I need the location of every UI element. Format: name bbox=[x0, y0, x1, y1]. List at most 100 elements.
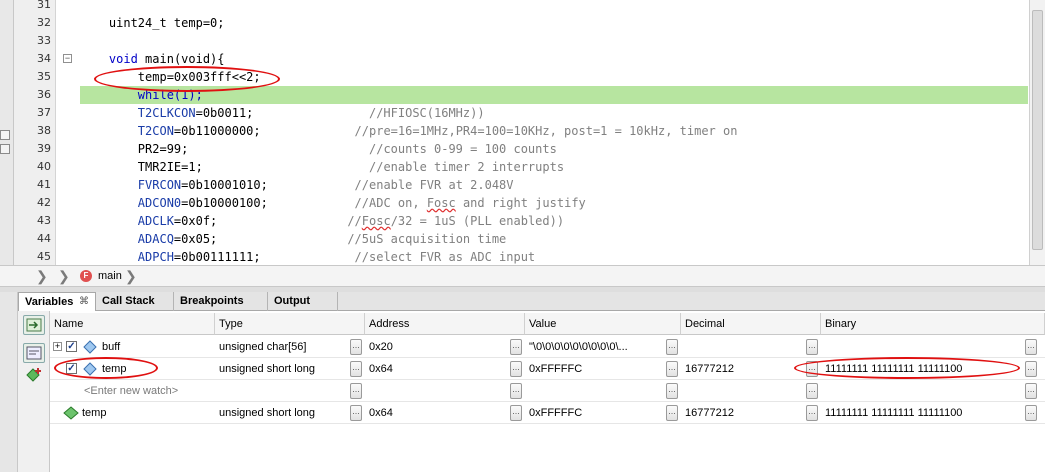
code-token: //select FVR as ADC input bbox=[260, 250, 536, 264]
code-editor[interactable]: 31 32 33 34 35 36 37 38 39 40 41 42 43 44 45 − uint24_… bbox=[0, 0, 1045, 265]
code-line[interactable]: ADCLK=0x0f; //Fosc/32 = 1uS (PLL enabled… bbox=[80, 212, 1028, 230]
edit-address-button[interactable]: … bbox=[510, 361, 522, 377]
line-number: 42 bbox=[37, 196, 51, 209]
column-header-decimal[interactable]: Decimal bbox=[681, 313, 821, 335]
variable-binary bbox=[821, 336, 1021, 358]
chevron-right-icon[interactable]: ❯ bbox=[125, 268, 137, 285]
watch-button[interactable] bbox=[23, 315, 45, 335]
scrollbar-thumb[interactable] bbox=[1032, 10, 1043, 250]
tab-output[interactable]: Output bbox=[268, 292, 338, 311]
edit-decimal-button[interactable]: … bbox=[806, 405, 818, 421]
table-row[interactable]: + ✓ buff unsigned char[56] … 0x20 … "\0\… bbox=[50, 336, 1045, 358]
code-line[interactable]: PR2=99; //counts 0-99 = 100 counts bbox=[80, 140, 1028, 158]
code-token: FVRCON bbox=[80, 178, 182, 192]
panel-collapse-handle[interactable] bbox=[0, 130, 10, 140]
code-line[interactable]: ADACQ=0x05; //5uS acquisition time bbox=[80, 230, 1028, 248]
chevron-right-icon[interactable]: ❯ bbox=[58, 268, 70, 285]
code-line[interactable]: ADPCH=0b00111111; //select FVR as ADC in… bbox=[80, 248, 1028, 265]
code-token: //ADC on, bbox=[267, 196, 427, 210]
edit-address-button[interactable]: … bbox=[510, 339, 522, 355]
code-token: TMR2IE=1; bbox=[80, 160, 203, 174]
tab-breakpoints[interactable]: Breakpoints bbox=[174, 292, 268, 311]
line-number: 43 bbox=[37, 214, 51, 227]
table-row[interactable]: temp unsigned short long … 0x64 … 0xFFFF… bbox=[50, 402, 1045, 424]
line-number: 45 bbox=[37, 250, 51, 263]
code-line[interactable] bbox=[80, 0, 1028, 14]
edit-address-button[interactable]: … bbox=[510, 405, 522, 421]
watch-display-button[interactable] bbox=[23, 343, 45, 363]
fold-collapse-icon[interactable]: − bbox=[63, 54, 72, 63]
column-header-value[interactable]: Value bbox=[525, 313, 681, 335]
edit-type-button[interactable]: … bbox=[350, 405, 362, 421]
annotation-ellipse-temp-name bbox=[54, 357, 158, 379]
tab-label: Output bbox=[274, 295, 311, 307]
tab-call-stack[interactable]: Call Stack bbox=[96, 292, 174, 311]
line-number: 34 bbox=[37, 52, 51, 65]
table-row-new-watch[interactable]: <Enter new watch> … … … … … bbox=[50, 380, 1045, 402]
new-watch-input[interactable]: <Enter new watch> bbox=[80, 380, 213, 402]
annotation-ellipse-temp-binary bbox=[794, 357, 1020, 379]
column-header-name[interactable]: Name bbox=[50, 313, 215, 335]
variable-value[interactable]: "\0\0\0\0\0\0\0\0\0\... bbox=[525, 336, 665, 358]
edit-type-button[interactable]: … bbox=[350, 383, 362, 399]
chevron-right-icon[interactable]: ❯ bbox=[36, 268, 48, 285]
line-number: 41 bbox=[37, 178, 51, 191]
tab-variables[interactable]: Variables ⌘ bbox=[18, 292, 96, 312]
variable-value[interactable]: 0xFFFFFC bbox=[525, 358, 665, 380]
code-line[interactable]: T2CON=0b11000000; //pre=16=1MHz,PR4=100=… bbox=[80, 122, 1028, 140]
watch-checkbox[interactable]: ✓ bbox=[66, 341, 77, 352]
code-token: T2CLKCON bbox=[80, 106, 196, 120]
panel-collapse-handle[interactable] bbox=[0, 144, 10, 154]
debug-tabs: Variables ⌘ Call Stack Breakpoints Outpu… bbox=[18, 292, 1045, 312]
column-header-address[interactable]: Address bbox=[365, 313, 525, 335]
code-line[interactable]: void main(void){ bbox=[80, 50, 1028, 68]
edit-decimal-button[interactable]: … bbox=[806, 339, 818, 355]
close-icon[interactable]: ⌘ bbox=[79, 293, 89, 311]
edit-binary-button[interactable]: … bbox=[1025, 383, 1037, 399]
arrow-right-icon bbox=[26, 318, 42, 332]
code-line[interactable]: ADCON0=0b10000100; //ADC on, Fosc and ri… bbox=[80, 194, 1028, 212]
editor-vertical-scrollbar[interactable] bbox=[1029, 0, 1045, 265]
edit-binary-button[interactable]: … bbox=[1025, 361, 1037, 377]
code-line[interactable]: uint24_t temp=0; bbox=[80, 14, 1028, 32]
edit-type-button[interactable]: … bbox=[350, 361, 362, 377]
variable-value[interactable]: 0xFFFFFC bbox=[525, 402, 665, 424]
breadcrumb-function[interactable]: main bbox=[98, 270, 122, 282]
code-token: main bbox=[145, 52, 174, 66]
edit-binary-button[interactable]: … bbox=[1025, 339, 1037, 355]
code-token: =0x05; bbox=[173, 232, 218, 246]
variable-decimal: 16777212 bbox=[685, 363, 734, 375]
edit-address-button[interactable]: … bbox=[510, 383, 522, 399]
code-token: Fosc bbox=[361, 214, 391, 228]
edit-decimal-button[interactable]: … bbox=[806, 383, 818, 399]
code-area[interactable]: uint24_t temp=0; void main(void){ temp=0… bbox=[80, 0, 1028, 265]
line-number: 37 bbox=[37, 106, 51, 119]
line-number: 36 bbox=[37, 88, 51, 101]
edit-binary-button[interactable]: … bbox=[1025, 405, 1037, 421]
code-line[interactable]: T2CLKCON=0b0011; //HFIOSC(16MHz)) bbox=[80, 104, 1028, 122]
variables-table: Name Type Address Value Decimal Binary +… bbox=[50, 311, 1045, 472]
expand-icon[interactable]: + bbox=[53, 342, 62, 351]
code-token: =0b11000000; bbox=[173, 124, 261, 138]
edit-value-button[interactable]: … bbox=[666, 339, 678, 355]
line-number: 33 bbox=[37, 34, 51, 47]
line-number: 38 bbox=[37, 124, 51, 137]
variable-address: 0x64 bbox=[369, 363, 393, 375]
column-header-type[interactable]: Type bbox=[215, 313, 365, 335]
edit-type-button[interactable]: … bbox=[350, 339, 362, 355]
variable-decimal bbox=[681, 336, 805, 358]
column-header-binary[interactable]: Binary bbox=[821, 313, 1045, 335]
code-token: //enable FVR at 2.048V bbox=[267, 178, 514, 192]
code-line[interactable]: TMR2IE=1; //enable timer 2 interrupts bbox=[80, 158, 1028, 176]
variable-icon bbox=[63, 406, 79, 420]
annotation-ellipse-temp-assignment bbox=[94, 66, 280, 92]
code-token: //counts 0-99 = 100 counts bbox=[188, 142, 557, 156]
code-token: ADACQ bbox=[80, 232, 174, 246]
code-line[interactable]: FVRCON=0b10001010; //enable FVR at 2.048… bbox=[80, 176, 1028, 194]
new-watch-icon[interactable] bbox=[25, 367, 43, 386]
edit-value-button[interactable]: … bbox=[666, 361, 678, 377]
edit-value-button[interactable]: … bbox=[666, 405, 678, 421]
code-line[interactable] bbox=[80, 32, 1028, 50]
code-token: =0x0f; bbox=[173, 214, 218, 228]
edit-value-button[interactable]: … bbox=[666, 383, 678, 399]
